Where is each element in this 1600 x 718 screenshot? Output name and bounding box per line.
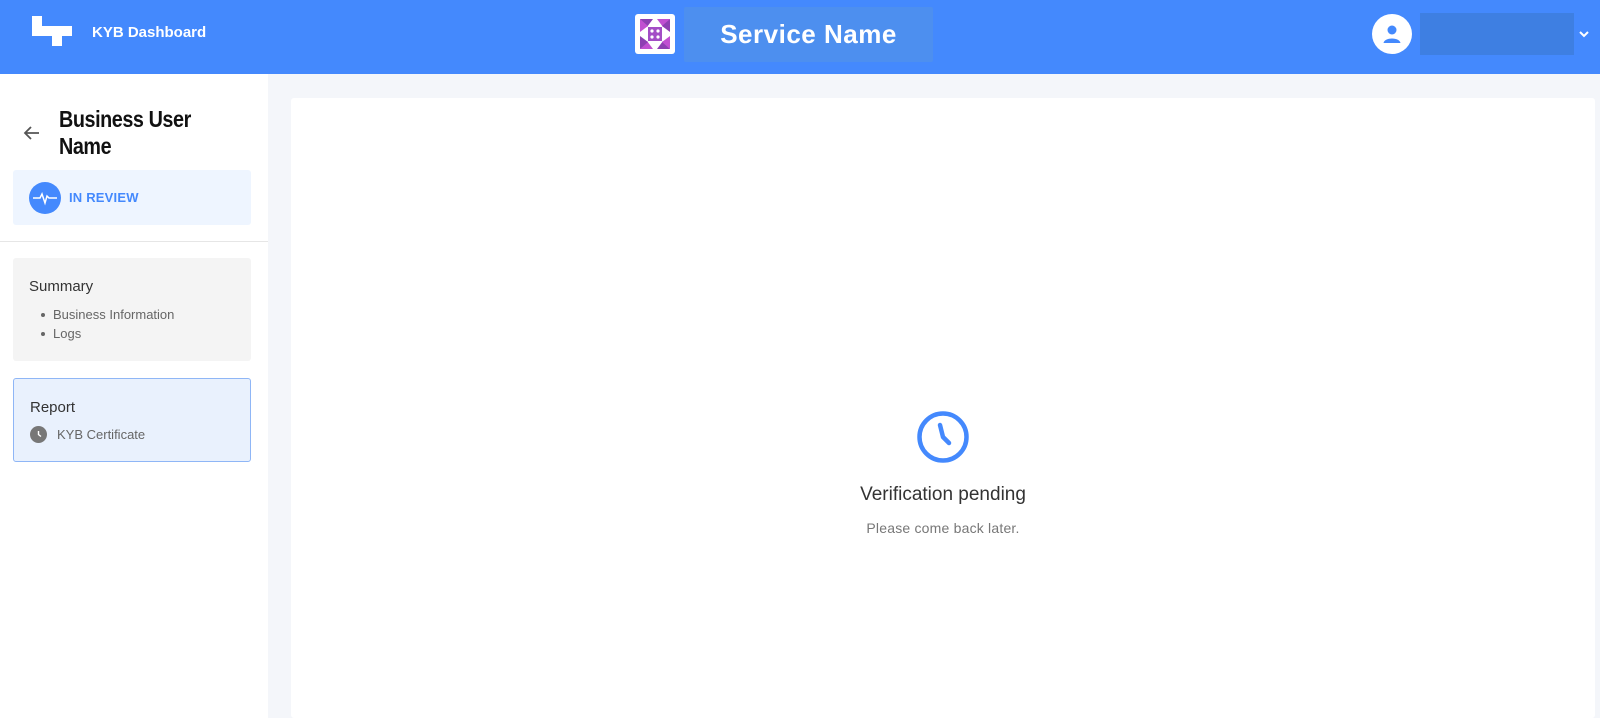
top-header: KYB Dashboard Service Name: [0, 0, 1600, 74]
brand[interactable]: KYB Dashboard: [32, 16, 206, 48]
app-title: KYB Dashboard: [92, 23, 207, 41]
service-name: Service Name: [684, 7, 933, 62]
arrow-left-icon[interactable]: [22, 122, 43, 144]
verification-status: Verification pending Please come back la…: [291, 410, 1595, 536]
user-name[interactable]: [1420, 13, 1574, 55]
summary-item-business-information[interactable]: Business Information: [41, 305, 235, 324]
summary-list: Business Information Logs: [29, 305, 235, 343]
sidebar: Business User Name IN REVIEW Summary Bus…: [0, 74, 268, 718]
back-row: Business User Name: [22, 106, 268, 160]
clock-icon: [30, 426, 47, 443]
report-item-kyb-certificate[interactable]: KYB Certificate: [30, 426, 234, 443]
status-badge: IN REVIEW: [13, 170, 251, 225]
user-avatar-icon[interactable]: [1372, 14, 1412, 54]
service-logo-icon: [635, 14, 675, 54]
report-title: Report: [30, 399, 76, 416]
clock-icon: [916, 410, 970, 464]
business-name: Business User Name: [58, 106, 191, 159]
pending-title: Verification pending: [860, 484, 1026, 505]
main-panel: Verification pending Please come back la…: [291, 98, 1595, 718]
pending-subtitle: Please come back later.: [866, 520, 1020, 536]
summary-title: Summary: [29, 278, 94, 295]
report-item-label: KYB Certificate: [57, 427, 146, 442]
chevron-down-icon[interactable]: [1576, 26, 1592, 42]
summary-item-logs[interactable]: Logs: [41, 324, 235, 343]
report-card[interactable]: Report KYB Certificate: [13, 378, 251, 462]
summary-card[interactable]: Summary Business Information Logs: [13, 258, 251, 361]
brand-logo-icon: [32, 16, 74, 48]
divider: [0, 241, 268, 242]
status-text: IN REVIEW: [69, 190, 139, 205]
pulse-icon: [29, 181, 61, 214]
